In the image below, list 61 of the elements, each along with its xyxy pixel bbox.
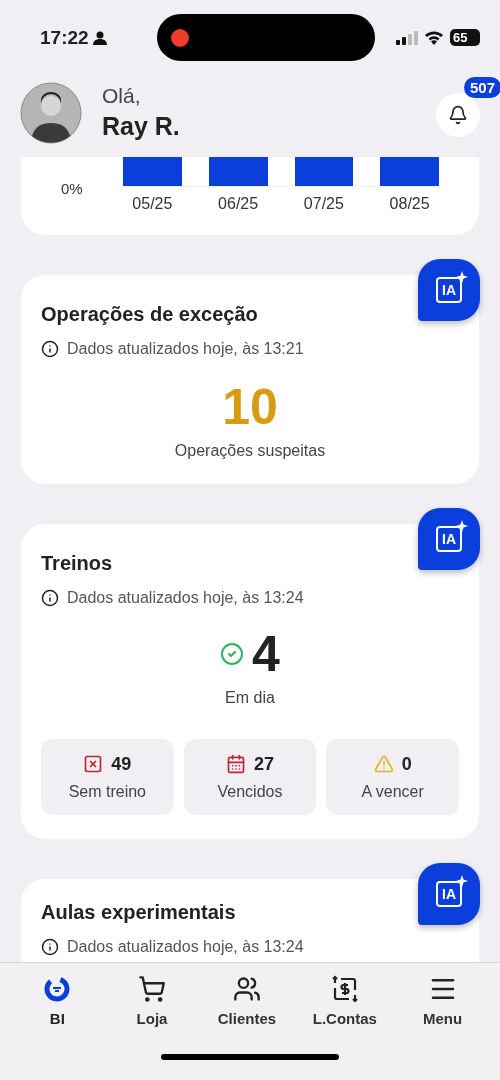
calendar-icon — [225, 754, 246, 774]
update-time: Dados atualizados hoje, às 13:21 — [67, 340, 304, 358]
month-label: 05/25 — [131, 195, 174, 213]
bi-icon — [44, 976, 71, 1002]
user-name: Ray R. — [102, 112, 181, 141]
stat-value: 27 — [253, 753, 274, 775]
status-time: 17:22 — [40, 26, 89, 49]
stat-value: 49 — [111, 753, 132, 775]
sparkle-icon — [456, 520, 468, 532]
metric-label: Em dia — [225, 689, 275, 706]
stat-value: 0 — [401, 753, 412, 775]
sparkle-icon — [456, 271, 468, 283]
chart-bar — [294, 157, 354, 186]
stat-label: A vencer — [361, 782, 424, 801]
card-title: Aulas experimentais — [41, 901, 237, 924]
metric-value: 10 — [222, 382, 278, 432]
nav-tab[interactable]: Menu — [407, 973, 478, 1028]
recording-dot — [171, 28, 189, 47]
signal-icon — [396, 30, 418, 45]
info-icon — [41, 340, 59, 358]
avatar — [20, 81, 82, 144]
info-icon — [41, 938, 59, 956]
battery-level: 65 — [450, 29, 480, 46]
stat-tile[interactable]: 0 A vencer — [326, 739, 459, 815]
ai-button[interactable]: IA — [418, 259, 480, 321]
info-icon — [41, 589, 59, 607]
stat-label: Vencidos — [217, 782, 283, 801]
nav-tab[interactable]: L.Contas — [306, 973, 383, 1028]
update-time: Dados atualizados hoje, às 13:24 — [67, 938, 304, 956]
ai-button[interactable]: IA — [418, 863, 480, 925]
bell-icon — [448, 104, 468, 125]
card-title: Operações de exceção — [41, 303, 259, 326]
nav-tab[interactable]: BI — [22, 973, 93, 1028]
wifi-icon — [424, 30, 444, 45]
greeting: Olá, — [102, 84, 142, 108]
person-icon — [91, 29, 108, 46]
metric-label: Operações suspeitas — [174, 442, 326, 459]
metric-value: 4 — [252, 629, 280, 679]
notification-button[interactable] — [436, 92, 480, 137]
month-label: 08/25 — [388, 195, 431, 213]
month-label: 06/25 — [217, 195, 260, 213]
x-square-icon — [83, 754, 104, 774]
month-label: 07/25 — [302, 195, 345, 213]
card-title: Treinos — [41, 552, 114, 575]
nav-tab[interactable]: Clientes — [211, 973, 283, 1028]
people-icon — [232, 975, 261, 1003]
chart-bar — [123, 157, 182, 186]
stat-label: Sem treino — [68, 782, 146, 801]
warning-icon — [373, 754, 394, 774]
axis-label: 0% — [61, 180, 84, 197]
notification-badge: 507 — [464, 76, 500, 98]
update-time: Dados atualizados hoje, às 13:24 — [67, 589, 304, 607]
ai-button[interactable]: IA — [418, 508, 480, 570]
stat-tile[interactable]: 27 Vencidos — [183, 739, 317, 815]
nav-tab[interactable]: Loja — [117, 973, 188, 1028]
check-icon — [220, 642, 245, 666]
stat-tile[interactable]: 49 Sem treino — [41, 739, 174, 815]
cart-icon — [138, 975, 167, 1003]
sparkle-icon — [456, 875, 468, 887]
chart-bar — [380, 157, 439, 186]
chart-bar — [208, 157, 268, 186]
